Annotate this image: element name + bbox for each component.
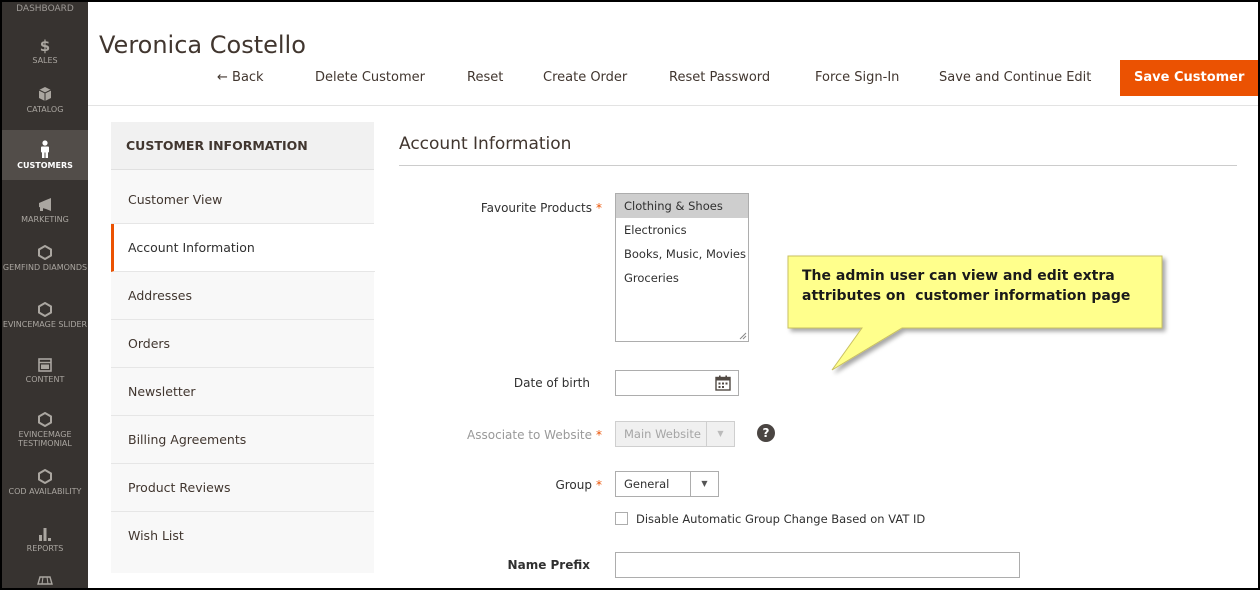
header-divider (88, 105, 1258, 106)
sidebar-item-evincemage-testimonial[interactable]: EVINCEMAGE TESTIMONIAL (2, 412, 88, 456)
tab-addresses[interactable]: Addresses (111, 272, 374, 320)
sidebar-item-reports[interactable]: REPORTS (2, 526, 88, 562)
sidebar-item-label: MARKETING (21, 215, 69, 224)
tab-billing-agreements[interactable]: Billing Agreements (111, 416, 374, 464)
page-title: Veronica Costello (99, 31, 306, 59)
option-groceries[interactable]: Groceries (616, 266, 748, 290)
sidebar-item-sales[interactable]: $ SALES (2, 38, 88, 74)
save-and-continue-button[interactable]: Save and Continue Edit (939, 60, 1091, 96)
name-prefix-label: Name Prefix (507, 558, 590, 572)
sidebar-item-label: CUSTOMERS (17, 161, 73, 170)
bar-chart-icon (39, 528, 51, 541)
required-mark: * (596, 201, 602, 215)
sidebar-item-content[interactable]: CONTENT (2, 358, 88, 394)
section-divider (399, 165, 1237, 166)
admin-sidebar: DASHBOARD $ SALES CATALOG CUSTOMERS MARK… (2, 2, 88, 588)
tab-product-reviews[interactable]: Product Reviews (111, 464, 374, 512)
sidebar-item-label: CATALOG (26, 105, 64, 114)
sidebar-item-marketing[interactable]: MARKETING (2, 198, 88, 230)
chevron-down-icon: ▼ (690, 472, 718, 496)
name-prefix-input[interactable] (615, 552, 1020, 578)
stores-icon (37, 576, 53, 585)
section-title: Account Information (399, 134, 572, 154)
callout-line: The admin user can view and edit extra (802, 268, 1115, 284)
resize-grip-icon[interactable] (739, 332, 747, 340)
megaphone-icon (39, 198, 51, 211)
option-clothing-shoes[interactable]: Clothing & Shoes (616, 194, 748, 218)
sidebar-item-label: GEMFIND DIAMONDS (2, 263, 88, 272)
option-books-music-movies[interactable]: Books, Music, Movies (616, 242, 748, 266)
tab-newsletter[interactable]: Newsletter (111, 368, 374, 416)
reset-password-button[interactable]: Reset Password (669, 60, 770, 96)
required-mark: * (596, 478, 602, 492)
calendar-icon[interactable] (715, 375, 731, 391)
sidebar-item-label: CONTENT (25, 375, 65, 384)
help-icon[interactable]: ? (757, 424, 775, 442)
sidebar-item-label: EVINCEMAGE SLIDER (2, 320, 88, 329)
sidebar-item-cod-availability[interactable]: COD AVAILABILITY (2, 469, 88, 513)
person-icon (41, 140, 49, 158)
delete-customer-button[interactable]: Delete Customer (315, 60, 425, 96)
hexagon-icon (38, 412, 52, 427)
group-select[interactable]: General ▼ (615, 471, 719, 497)
sidebar-item-label: REPORTS (26, 544, 64, 553)
favourite-products-multiselect[interactable]: Clothing & Shoes Electronics Books, Musi… (615, 193, 749, 342)
app-window: DASHBOARD $ SALES CATALOG CUSTOMERS MARK… (0, 0, 1260, 590)
customer-info-tabs: CUSTOMER INFORMATION Customer View Accou… (111, 122, 375, 573)
option-electronics[interactable]: Electronics (616, 218, 748, 242)
group-label: Group * (555, 478, 602, 492)
create-order-button[interactable]: Create Order (543, 60, 627, 96)
dob-input[interactable] (615, 370, 739, 396)
force-signin-button[interactable]: Force Sign-In (815, 60, 899, 96)
sidebar-item-evincemage-slider[interactable]: EVINCEMAGE SLIDER (2, 302, 88, 346)
page-actions-toolbar: ← Back Delete Customer Reset Create Orde… (88, 60, 1258, 98)
tab-wish-list[interactable]: Wish List (111, 512, 374, 560)
hexagon-icon (38, 469, 52, 484)
reset-button[interactable]: Reset (467, 60, 503, 96)
hexagon-icon (38, 245, 52, 260)
sidebar-item-label: COD AVAILABILITY (8, 487, 82, 496)
tabs-title: CUSTOMER INFORMATION (111, 122, 374, 170)
favourite-products-label: Favourite Products * (480, 201, 602, 215)
save-customer-button[interactable]: Save Customer (1120, 60, 1258, 96)
website-select: Main Website ▼ (615, 421, 735, 447)
layout-icon (38, 358, 52, 372)
back-button[interactable]: ← Back (217, 60, 264, 96)
sidebar-item-dashboard[interactable]: DASHBOARD (2, 2, 88, 20)
chevron-down-icon: ▼ (706, 422, 734, 446)
tab-customer-view[interactable]: Customer View (111, 176, 374, 224)
sidebar-item-label: SALES (32, 56, 58, 65)
cube-icon (38, 87, 52, 101)
callout-line: attributes on customer information page (802, 288, 1131, 304)
dob-label: Date of birth (513, 376, 590, 390)
website-label: Associate to Website * (467, 428, 602, 442)
tab-orders[interactable]: Orders (111, 320, 374, 368)
sidebar-item-catalog[interactable]: CATALOG (2, 86, 88, 122)
sidebar-item-gemfind-diamonds[interactable]: GEMFIND DIAMONDS (2, 245, 88, 289)
sidebar-item-label: EVINCEMAGE TESTIMONIAL (18, 430, 72, 448)
dollar-icon: $ (39, 37, 51, 55)
disable-vat-group-label: Disable Automatic Group Change Based on … (636, 512, 926, 526)
tab-account-information[interactable]: Account Information (111, 224, 375, 272)
hexagon-icon (38, 302, 52, 317)
sidebar-item-more[interactable] (2, 575, 88, 588)
callout-text: The admin user can view and edit extra a… (802, 266, 1152, 306)
disable-vat-group-checkbox[interactable] (615, 512, 628, 525)
required-mark: * (596, 428, 602, 442)
sidebar-item-customers[interactable]: CUSTOMERS (2, 130, 88, 180)
